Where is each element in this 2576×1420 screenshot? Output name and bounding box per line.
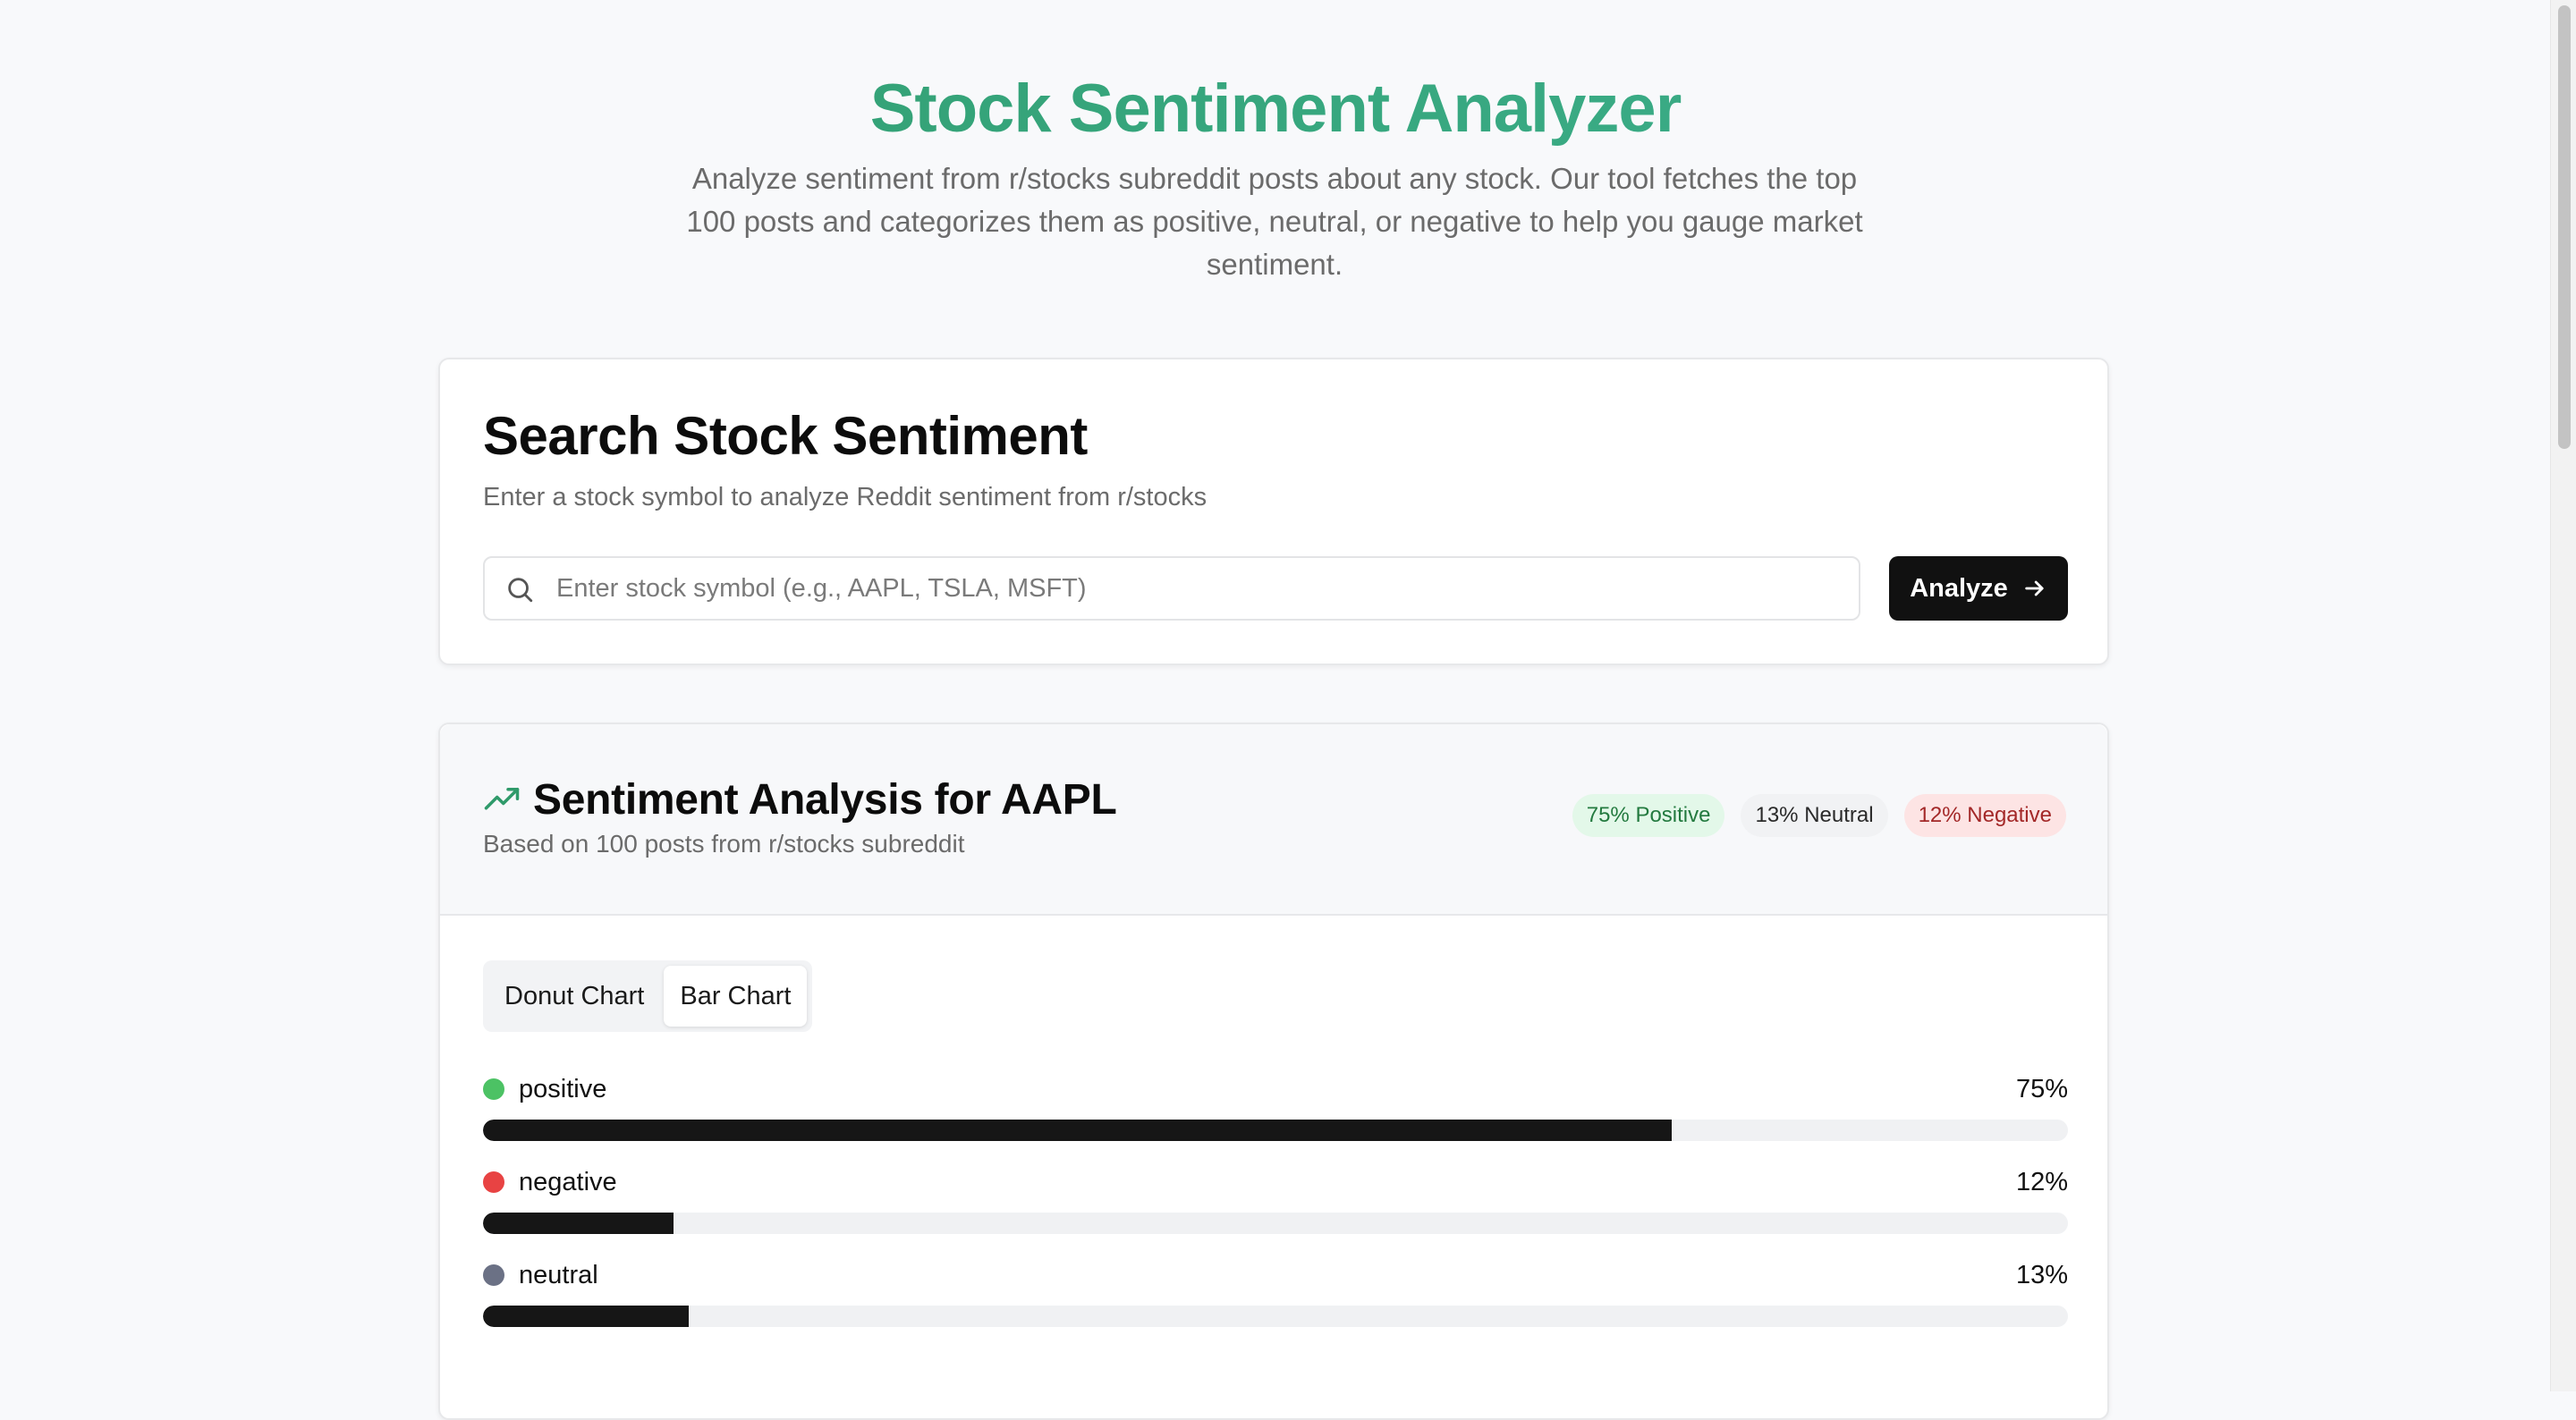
analyze-button[interactable]: Analyze: [1889, 556, 2068, 621]
analyze-button-label: Analyze: [1910, 573, 2008, 603]
results-header: Sentiment Analysis for AAPL Based on 100…: [440, 724, 2107, 916]
search-card-subtitle: Enter a stock symbol to analyze Reddit s…: [483, 483, 1208, 511]
page-title: Stock Sentiment Analyzer: [0, 66, 2551, 152]
bar-row-neutral: neutral 13%: [483, 1255, 2068, 1336]
search-icon: [508, 578, 533, 603]
search-card: Search Stock Sentiment Enter a stock sym…: [438, 358, 2109, 665]
bar-row-positive: positive 75%: [483, 1069, 2068, 1150]
trending-up-icon: [484, 788, 520, 810]
bar-track: [483, 1306, 2068, 1327]
search-field[interactable]: [483, 556, 1860, 621]
bar-label: positive: [519, 1075, 607, 1103]
page-description: Analyze sentiment from r/stocks subreddi…: [686, 162, 1863, 281]
page: Stock Sentiment Analyzer Analyze sentime…: [0, 0, 2551, 1420]
bar-track: [483, 1213, 2068, 1234]
bar-value-label: 12%: [2015, 1168, 2068, 1196]
bar-neutral: [483, 1306, 690, 1327]
sentiment-badges: 75% Positive 13% Neutral 12% Negative: [1572, 794, 2066, 837]
positive-dot-icon: [483, 1078, 504, 1100]
bar-row-negative: negative 12%: [483, 1162, 2068, 1243]
arrow-right-icon: [2025, 580, 2044, 596]
chart-tabs: Donut Chart Bar Chart: [483, 960, 812, 1032]
scrollbar-thumb[interactable]: [2558, 5, 2571, 449]
tab-donut-chart[interactable]: Donut Chart: [488, 966, 660, 1027]
results-subtitle: Based on 100 posts from r/stocks subredd…: [483, 830, 965, 858]
bar-value-label: 13%: [2015, 1261, 2068, 1289]
positive-badge: 75% Positive: [1572, 794, 1725, 837]
negative-badge: 12% Negative: [1903, 794, 2066, 837]
neutral-dot-icon: [483, 1264, 504, 1286]
negative-dot-icon: [483, 1171, 504, 1193]
bar-track: [483, 1120, 2068, 1141]
bar-label: neutral: [519, 1261, 598, 1289]
search-input[interactable]: [556, 558, 1844, 619]
results-title: Sentiment Analysis for AAPL: [533, 776, 1117, 824]
bar-negative: [483, 1213, 674, 1234]
bar-label: negative: [519, 1168, 617, 1196]
neutral-badge: 13% Neutral: [1741, 794, 1888, 837]
vertical-scrollbar[interactable]: [2550, 0, 2576, 1391]
bar-positive: [483, 1120, 1672, 1141]
search-card-title: Search Stock Sentiment: [483, 406, 1088, 466]
bar-value-label: 75%: [2015, 1075, 2068, 1103]
tab-bar-chart[interactable]: Bar Chart: [664, 966, 808, 1027]
results-card: Sentiment Analysis for AAPL Based on 100…: [438, 723, 2109, 1420]
